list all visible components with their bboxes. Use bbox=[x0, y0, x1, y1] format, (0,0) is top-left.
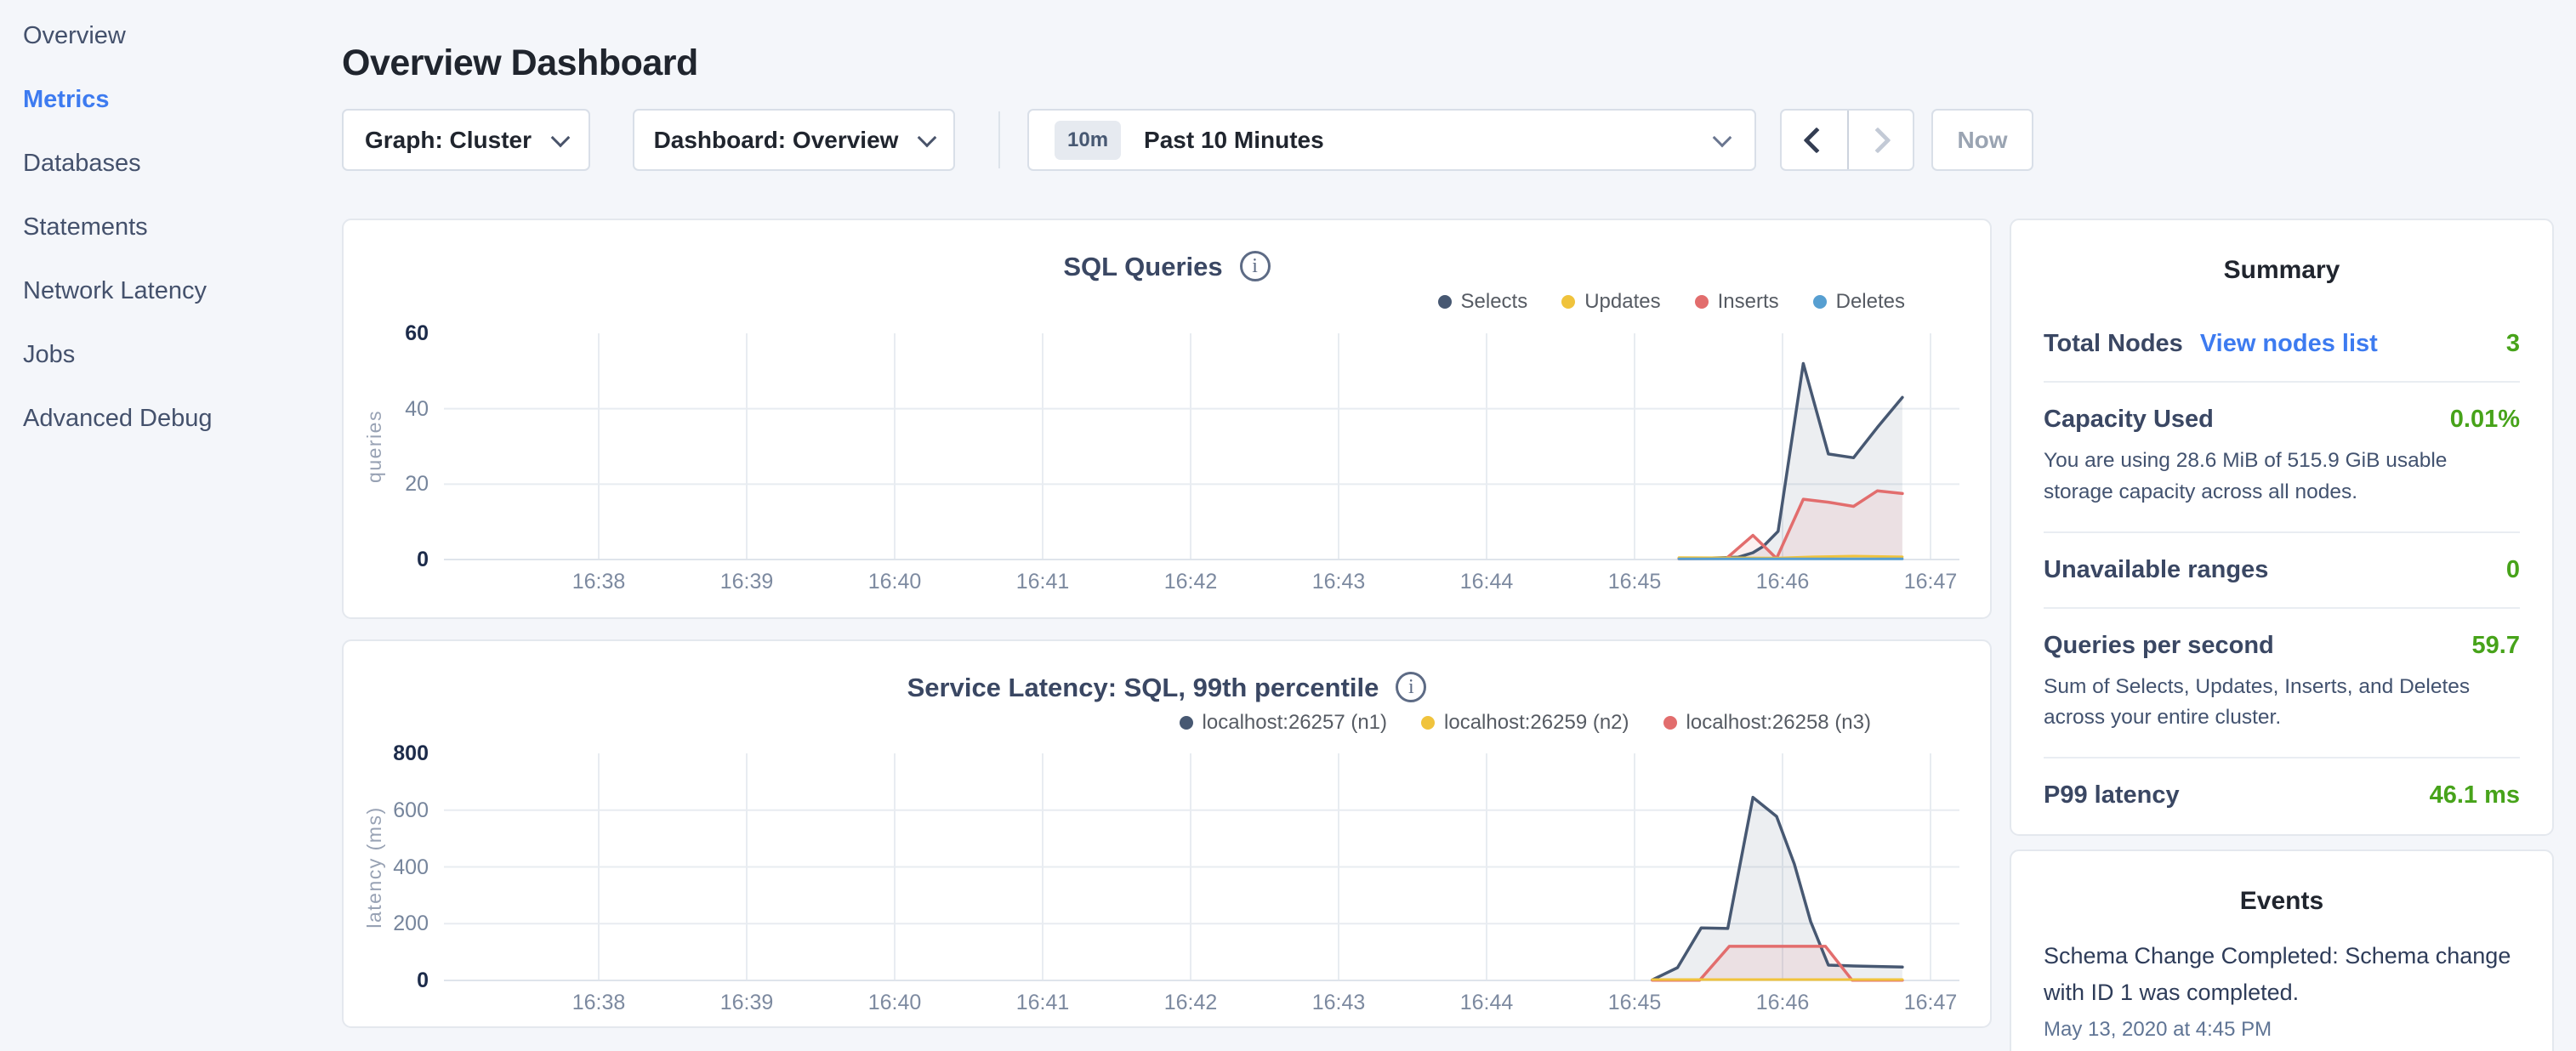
summary-label: Unavailable ranges bbox=[2044, 556, 2268, 584]
summary-value: 0.01% bbox=[2450, 406, 2520, 434]
summary-label: Capacity Used bbox=[2044, 406, 2214, 434]
events-list: Schema Change Completed: Schema change w… bbox=[2044, 938, 2520, 1042]
y-axis-label: queries bbox=[362, 319, 386, 574]
summary-rows: Total Nodes View nodes list 3 Capacity Used… bbox=[2044, 307, 2520, 832]
page-title: Overview Dashboard bbox=[342, 45, 698, 82]
x-axis-tick: 16:40 bbox=[868, 571, 922, 593]
time-range-dropdown[interactable]: 10m Past 10 Minutes bbox=[1027, 109, 1756, 171]
events-title: Events bbox=[2044, 887, 2520, 916]
summary-description: Sum of Selects, Updates, Inserts, and De… bbox=[2044, 672, 2520, 735]
overview-dashboard-page: { "header": { "title": "Overview Dashboa… bbox=[0, 0, 2576, 1051]
x-axis-tick: 16:43 bbox=[1312, 992, 1366, 1014]
sidebar-item-network-latency[interactable]: Network Latency bbox=[23, 279, 207, 304]
x-axis-tick: 16:42 bbox=[1164, 992, 1218, 1014]
time-step-control bbox=[1780, 109, 1914, 171]
summary-row: Total Nodes View nodes list 3 bbox=[2044, 307, 2520, 381]
view-nodes-list-link[interactable]: View nodes list bbox=[2200, 330, 2378, 358]
summary-row: Capacity Used 0.01% You are using 28.6 MiB… bbox=[2044, 381, 2520, 531]
x-axis-tick: 16:44 bbox=[1460, 992, 1514, 1014]
event-text: Schema Change Completed: Schema change w… bbox=[2044, 938, 2520, 1011]
summary-label: Queries per second bbox=[2044, 632, 2274, 660]
graph-scope-dropdown[interactable]: Graph: Cluster bbox=[342, 109, 590, 171]
sql-queries-chart-card: SQL Queries SelectsUpdatesInsertsDeletes… bbox=[342, 219, 1992, 619]
sidebar-item-statements[interactable]: Statements bbox=[23, 215, 148, 240]
now-button[interactable]: Now bbox=[1931, 109, 2033, 171]
chevron-down-icon bbox=[918, 128, 937, 147]
service-latency-chart-card: Service Latency: SQL, 99th percentile lo… bbox=[342, 639, 1992, 1028]
summary-label: P99 latency bbox=[2044, 781, 2180, 810]
chart-plot[interactable] bbox=[344, 220, 1993, 621]
time-step-back-button[interactable] bbox=[1782, 111, 1847, 169]
sidebar-item-metrics[interactable]: Metrics bbox=[23, 88, 110, 112]
summary-row: Queries per second 59.7 Sum of Selects, Up… bbox=[2044, 607, 2520, 758]
sidebar-item-overview[interactable]: Overview bbox=[23, 24, 126, 48]
x-axis-tick: 16:46 bbox=[1756, 992, 1810, 1014]
chevron-down-icon bbox=[1713, 128, 1732, 147]
chevron-down-icon bbox=[551, 128, 571, 147]
x-axis-tick: 16:45 bbox=[1608, 571, 1662, 593]
sidebar-item-jobs[interactable]: Jobs bbox=[23, 343, 75, 367]
summary-panel: Summary Total Nodes View nodes list 3 Capac… bbox=[2010, 219, 2554, 836]
time-range-badge: 10m bbox=[1055, 121, 1121, 160]
summary-value: 0 bbox=[2506, 556, 2520, 584]
summary-value: 46.1 ms bbox=[2430, 781, 2520, 810]
summary-row: P99 latency 46.1 ms bbox=[2044, 757, 2520, 832]
controls-divider bbox=[998, 111, 1000, 168]
x-axis-tick: 16:42 bbox=[1164, 571, 1218, 593]
graph-scope-label: Graph: Cluster bbox=[365, 127, 532, 154]
x-axis-tick: 16:43 bbox=[1312, 571, 1366, 593]
x-axis-tick: 16:45 bbox=[1608, 992, 1662, 1014]
chart-plot[interactable] bbox=[344, 641, 1993, 1030]
summary-description: You are using 28.6 MiB of 515.9 GiB usab… bbox=[2044, 446, 2520, 508]
x-axis-tick: 16:47 bbox=[1904, 571, 1958, 593]
x-axis-tick: 16:41 bbox=[1016, 571, 1070, 593]
x-axis-tick: 16:38 bbox=[572, 992, 626, 1014]
x-axis-tick: 16:41 bbox=[1016, 992, 1070, 1014]
summary-title: Summary bbox=[2044, 256, 2520, 285]
x-axis-tick: 16:46 bbox=[1756, 571, 1810, 593]
x-axis-tick: 16:39 bbox=[720, 992, 774, 1014]
x-axis-tick: 16:47 bbox=[1904, 992, 1958, 1014]
dashboard-dropdown[interactable]: Dashboard: Overview bbox=[633, 109, 955, 171]
sidebar-item-advanced-debug[interactable]: Advanced Debug bbox=[23, 406, 213, 431]
events-panel: Events Schema Change Completed: Schema c… bbox=[2010, 849, 2554, 1051]
event-item[interactable]: Schema Change Completed: Schema change w… bbox=[2044, 938, 2520, 1042]
x-axis-tick: 16:38 bbox=[572, 571, 626, 593]
sidebar-item-databases[interactable]: Databases bbox=[23, 151, 141, 176]
time-range-label: Past 10 Minutes bbox=[1144, 127, 1324, 154]
summary-label: Total Nodes bbox=[2044, 330, 2183, 358]
chevron-left-icon bbox=[1804, 127, 1830, 153]
summary-value: 59.7 bbox=[2472, 632, 2520, 660]
summary-row: Unavailable ranges 0 bbox=[2044, 531, 2520, 607]
x-axis-tick: 16:44 bbox=[1460, 571, 1514, 593]
event-timestamp: May 13, 2020 at 4:45 PM bbox=[2044, 1018, 2520, 1042]
time-step-forward-button[interactable] bbox=[1847, 111, 1913, 169]
dashboard-label: Dashboard: Overview bbox=[654, 127, 899, 154]
x-axis-tick: 16:39 bbox=[720, 571, 774, 593]
chevron-right-icon bbox=[1865, 127, 1891, 153]
x-axis-tick: 16:40 bbox=[868, 992, 922, 1014]
y-axis-label: latency (ms) bbox=[362, 740, 386, 995]
summary-value: 3 bbox=[2506, 330, 2520, 358]
